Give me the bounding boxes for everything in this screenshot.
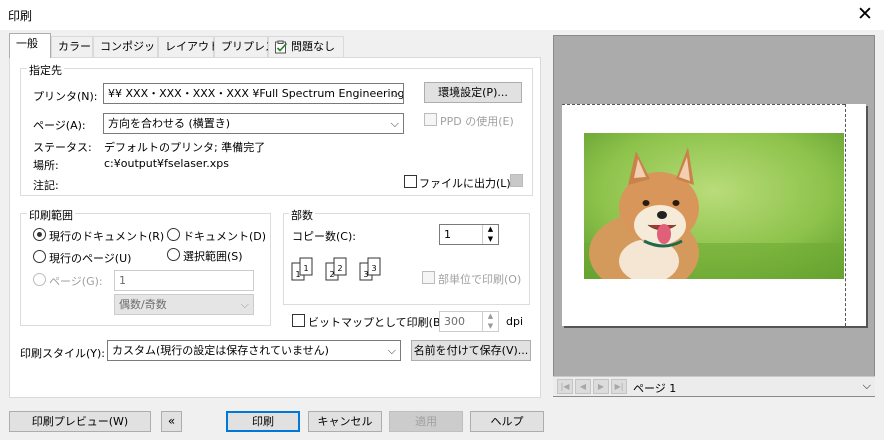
collate-label: 部単位で印刷(O) [438,273,522,286]
current-page-radio[interactable] [33,250,46,263]
dpi-unit: dpi [506,315,524,328]
status-label: ステータス: [33,141,92,154]
printer-value: ¥¥ XXX・XXX・XXX・XXX ¥Full Spectrum Engine… [108,87,404,100]
tab-general[interactable]: 一般 [9,33,51,58]
pages-label: ページ(G): [49,275,103,288]
environment-settings-button[interactable]: 環境設定(P)... [424,82,522,103]
first-page-icon[interactable]: |◀ [557,379,573,394]
print-style-value: カスタム(現行の設定は保存されていません) [112,344,329,357]
bitmap-checkbox[interactable] [292,314,305,327]
preview-page-indicator: ページ 1 [633,382,677,395]
print-button[interactable]: 印刷 [226,411,300,432]
copies-label: コピー数(C): [292,230,356,243]
print-preview-button[interactable]: 印刷プレビュー(W) [9,411,151,432]
save-as-button[interactable]: 名前を付けて保存(V)... [411,340,531,361]
dpi-input[interactable]: 300 ▲ ▼ [439,311,499,332]
location-value: c:¥output¥fselaser.xps [104,157,229,170]
printable-area-right [845,104,846,326]
selection-label: 選択範囲(S) [183,250,243,263]
print-to-file-checkbox[interactable] [404,175,417,188]
dpi-spinner[interactable]: ▲ ▼ [482,312,498,331]
collate-icon: 1 1 2 2 3 3 [291,257,381,281]
chevron-down-icon: ⌵ [240,298,249,311]
even-odd-select[interactable]: 偶数/奇数 ⌵ [114,294,254,315]
selection-radio[interactable] [167,248,180,261]
apply-button[interactable]: 適用 [389,411,463,432]
last-page-icon[interactable]: ▶| [611,379,627,394]
page-select-chevron-icon[interactable]: ⌵ [863,379,871,393]
collate-number: 2 [337,264,342,273]
print-range-group-title: 印刷範囲 [27,207,75,223]
comment-label: 注記: [33,179,59,192]
next-page-icon[interactable]: ▶ [593,379,609,394]
tab-layout[interactable]: レイアウト [158,36,220,57]
spin-down-icon[interactable]: ▼ [483,235,498,245]
cancel-button[interactable]: キャンセル [308,411,382,432]
copies-input[interactable]: 1 ▲ ▼ [439,224,499,245]
chevron-down-icon: ⌵ [390,117,399,130]
preview-navigation-bar: |◀ ◀ ▶ ▶| ページ 1 ⌵ [553,376,875,396]
status-value: デフォルトのプリンタ; 準備完了 [104,141,266,154]
previous-page-icon[interactable]: ◀ [575,379,591,394]
documents-radio[interactable] [167,228,180,241]
window-title: 印刷 [8,9,33,23]
collate-number: 1 [303,264,308,273]
print-to-file-label: ファイルに出力(L) [419,177,511,190]
print-style-label: 印刷スタイル(Y): [20,347,106,360]
spin-up-icon[interactable]: ▲ [483,312,498,322]
collate-number: 1 [295,270,300,279]
page-orientation-value: 方向を合わせる (横置き) [108,117,231,130]
print-style-select[interactable]: カスタム(現行の設定は保存されていません) ⌵ [107,340,401,361]
page-label: ページ(A): [33,119,86,132]
title-bar: 印刷 ✕ [0,0,884,30]
printer-select[interactable]: ¥¥ XXX・XXX・XXX・XXX ¥Full Spectrum Engine… [103,83,404,104]
pages-radio[interactable] [33,273,46,286]
chevron-down-icon: ⌵ [390,87,399,100]
chevron-down-icon: ⌵ [387,344,396,357]
bitmap-label: ビットマップとして印刷(B): [308,316,449,329]
tab-composite[interactable]: コンポジット [93,36,166,57]
copies-value: 1 [444,228,451,241]
pages-input[interactable]: 1 [114,270,254,291]
close-icon[interactable]: ✕ [854,3,876,25]
current-document-label: 現行のドキュメント(R) [49,230,165,243]
tab-no-issues[interactable]: 問題なし [268,36,344,57]
help-button[interactable]: ヘルプ [470,411,544,432]
file-browse-button[interactable] [510,174,523,187]
current-page-label: 現行のページ(U) [49,252,132,265]
tab-no-issues-label: 問題なし [291,40,335,53]
dpi-value: 300 [444,315,465,328]
spin-up-icon[interactable]: ▲ [483,225,498,235]
page-orientation-select[interactable]: 方向を合わせる (横置き) ⌵ [103,113,404,134]
collapse-preview-icon[interactable]: « [161,411,182,432]
destination-group-title: 指定先 [27,62,64,78]
spin-down-icon[interactable]: ▼ [483,322,498,332]
copies-group-title: 部数 [289,207,315,223]
tab-color[interactable]: カラー [51,36,93,57]
current-document-radio[interactable] [33,228,46,241]
printable-area-top [562,104,845,105]
ppd-checkbox[interactable] [424,113,437,126]
printer-label: プリンタ(N): [33,90,98,103]
clipboard-check-icon [275,40,288,54]
collate-number: 2 [329,270,334,279]
copies-spinner[interactable]: ▲ ▼ [482,225,498,244]
tab-prepress[interactable]: プリプレス [214,36,276,57]
even-odd-value: 偶数/奇数 [119,298,167,311]
collate-number: 3 [371,264,376,273]
collate-checkbox[interactable] [422,271,435,284]
collate-number: 3 [363,270,368,279]
location-label: 場所: [33,159,59,172]
preview-image [584,133,844,279]
ppd-label: PPD の使用(E) [440,115,514,128]
documents-label: ドキュメント(D) [183,230,267,243]
